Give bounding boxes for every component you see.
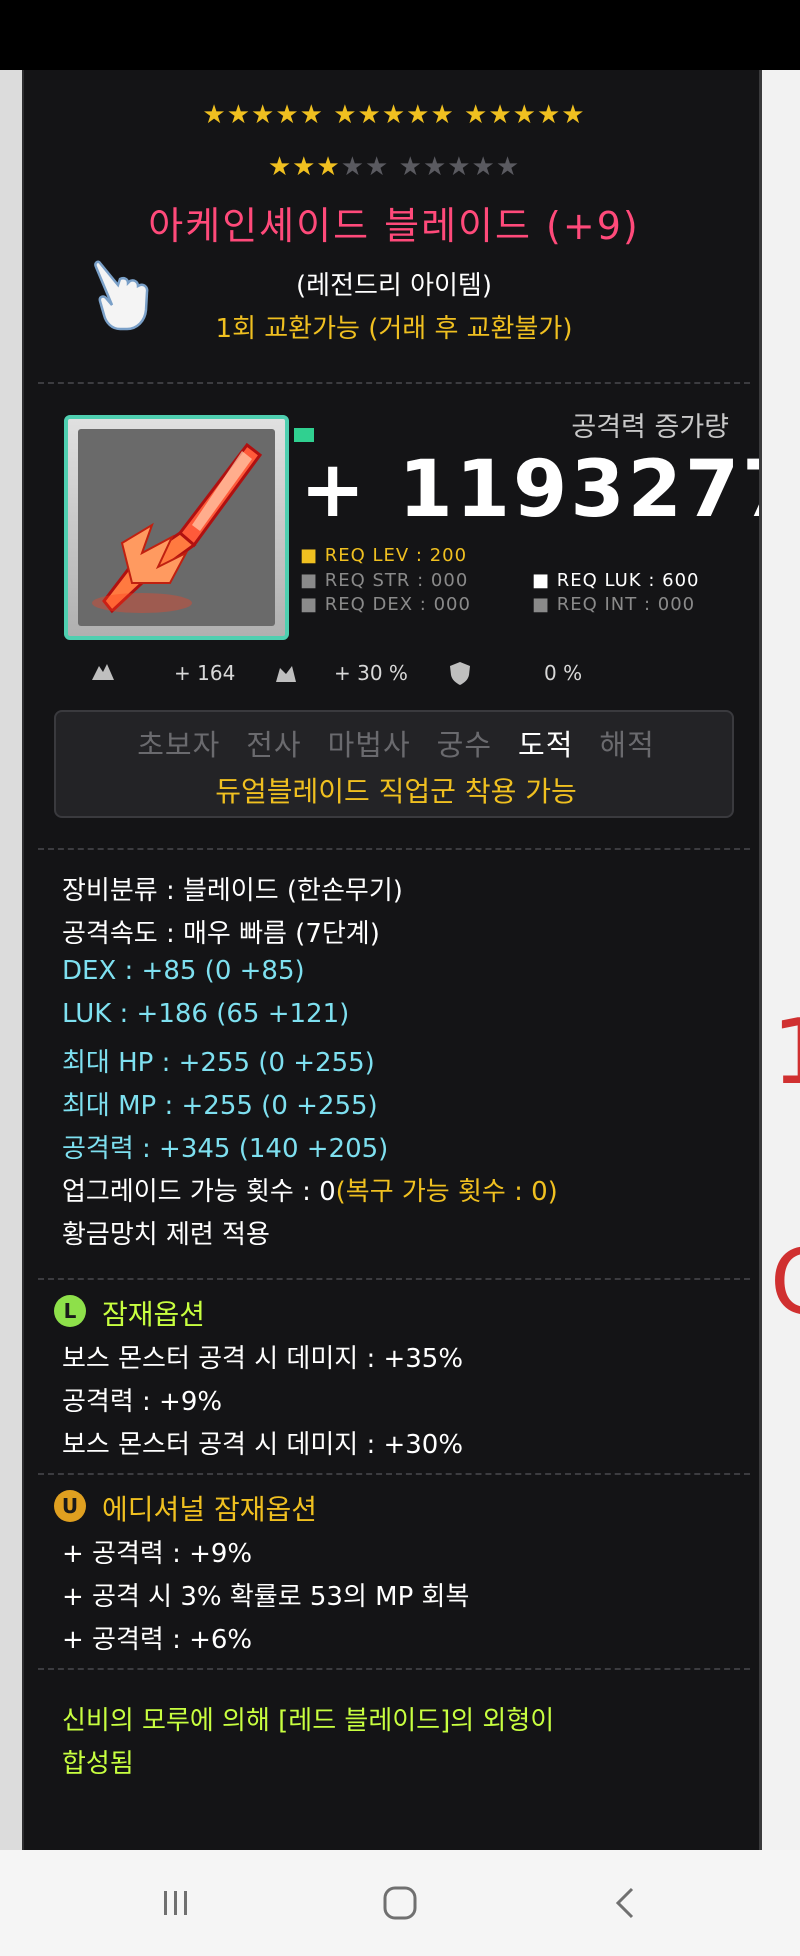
item-grade: (레전드리 아이템) (296, 271, 492, 301)
additional-line-2: + 공격 시 3% 확률로 53의 MP 회복 (62, 1582, 470, 1612)
golden-hammer-applied: 황금망치 제련 적용 (62, 1220, 270, 1250)
item-name: 아케인셰이드 블레이드 (+9) (148, 204, 640, 248)
item-icon-frame (64, 415, 289, 640)
fusion-line-1: 신비의 모루에 의해 [레드 블레이드]의 외형이 (62, 1706, 555, 1736)
additional-badge-icon: U (54, 1490, 86, 1522)
background-glyph: C (770, 1230, 800, 1335)
upgrade-restore-count: (복구 가능 횟수 : 0) (335, 1177, 558, 1207)
background-left-strip (0, 70, 22, 1850)
additional-line-1: + 공격력 : +9% (62, 1539, 253, 1569)
potential-badge-icon: L (54, 1295, 86, 1327)
req-int: ■ REQ INT : 000 (532, 594, 696, 615)
req-luk: ■ REQ LUK : 600 (532, 570, 700, 591)
mini-stat-2: + 30 % (334, 661, 408, 685)
potential-line-1: 보스 몬스터 공격 시 데미지 : +35% (62, 1344, 464, 1374)
fusion-line-2: 합성됨 (62, 1749, 134, 1779)
potential-title: 잠재옵션 (102, 1298, 206, 1331)
recent-apps-button[interactable] (146, 1878, 206, 1928)
attack-label: 공격력 증가량 (571, 412, 729, 443)
stat-category: 장비분류 : 블레이드 (한손무기) (62, 876, 403, 906)
item-tooltip: ★★★★★ ★★★★★ ★★★★★ ★★★★★ ★★★★★ 아케인셰이드 블레이… (22, 70, 762, 1850)
divider (38, 1668, 750, 1670)
recent-apps-icon (164, 1891, 187, 1915)
job-requirements: 초보자 전사 마법사 궁수 도적 해적 듀얼블레이드 직업군 착용 가능 (54, 710, 734, 818)
req-level: ■ REQ LEV : 200 (300, 545, 468, 566)
boss-damage-icon (92, 664, 114, 680)
android-nav-bar (0, 1850, 800, 1956)
job-beginner: 초보자 (137, 728, 221, 762)
job-magician: 마법사 (327, 728, 411, 762)
status-bar (0, 0, 800, 70)
stat-luk: LUK : +186 (65 +121) (62, 999, 350, 1029)
home-button[interactable] (370, 1878, 430, 1928)
upgrade-count: 업그레이드 가능 횟수 : 0 (62, 1177, 336, 1207)
additional-title: 에디셔널 잠재옵션 (102, 1493, 317, 1526)
mini-stat-3: 0 % (544, 661, 583, 685)
job-pirate: 해적 (599, 728, 655, 762)
stat-max-hp: 최대 HP : +255 (0 +255) (62, 1048, 375, 1078)
home-icon (383, 1886, 417, 1920)
shield-icon (450, 662, 470, 685)
req-str: ■ REQ STR : 000 (300, 570, 469, 591)
divider (38, 1473, 750, 1475)
stat-attack-speed: 공격속도 : 매우 빠름 (7단계) (62, 919, 380, 949)
job-warrior: 전사 (246, 728, 302, 762)
divider (38, 1278, 750, 1280)
job-note: 듀얼블레이드 직업군 착용 가능 (215, 775, 577, 808)
attack-value: + 1193277 (300, 445, 762, 535)
potential-line-3: 보스 몬스터 공격 시 데미지 : +30% (62, 1430, 464, 1460)
stat-attack: 공격력 : +345 (140 +205) (62, 1134, 389, 1164)
potential-line-2: 공격력 : +9% (62, 1387, 223, 1417)
stat-dex: DEX : +85 (0 +85) (62, 956, 305, 986)
red-blade-icon (92, 442, 263, 614)
job-archer: 궁수 (436, 728, 493, 762)
star-force-row-1: ★★★★★ ★★★★★ ★★★★★ (202, 100, 586, 130)
star-force-dim: ★★ ★★★★★ (340, 152, 521, 182)
gem-tag (294, 428, 314, 442)
background-glyph: 1 (772, 1000, 800, 1105)
job-list: 초보자 전사 마법사 궁수 도적 해적 (56, 722, 736, 764)
divider (38, 848, 750, 850)
additional-line-3: + 공격력 : +6% (62, 1625, 253, 1655)
star-force-row-2: ★★★★★ ★★★★★ (24, 152, 759, 182)
req-dex: ■ REQ DEX : 000 (300, 594, 471, 615)
back-button[interactable] (596, 1878, 656, 1928)
mini-stat-1: + 164 (174, 661, 236, 685)
divider (38, 382, 750, 384)
stat-upgrade: 업그레이드 가능 횟수 : 0(복구 가능 횟수 : 0) (62, 1171, 558, 1208)
mini-stat-row: + 164 + 30 % 0 % (54, 655, 734, 695)
ignore-defense-icon (276, 666, 296, 682)
back-icon (615, 1887, 634, 1919)
job-thief: 도적 (518, 728, 574, 762)
trade-info: 1회 교환가능 (거래 후 교환불가) (215, 314, 573, 344)
stat-max-mp: 최대 MP : +255 (0 +255) (62, 1091, 378, 1121)
star-force-lit: ★★★ (267, 152, 341, 182)
